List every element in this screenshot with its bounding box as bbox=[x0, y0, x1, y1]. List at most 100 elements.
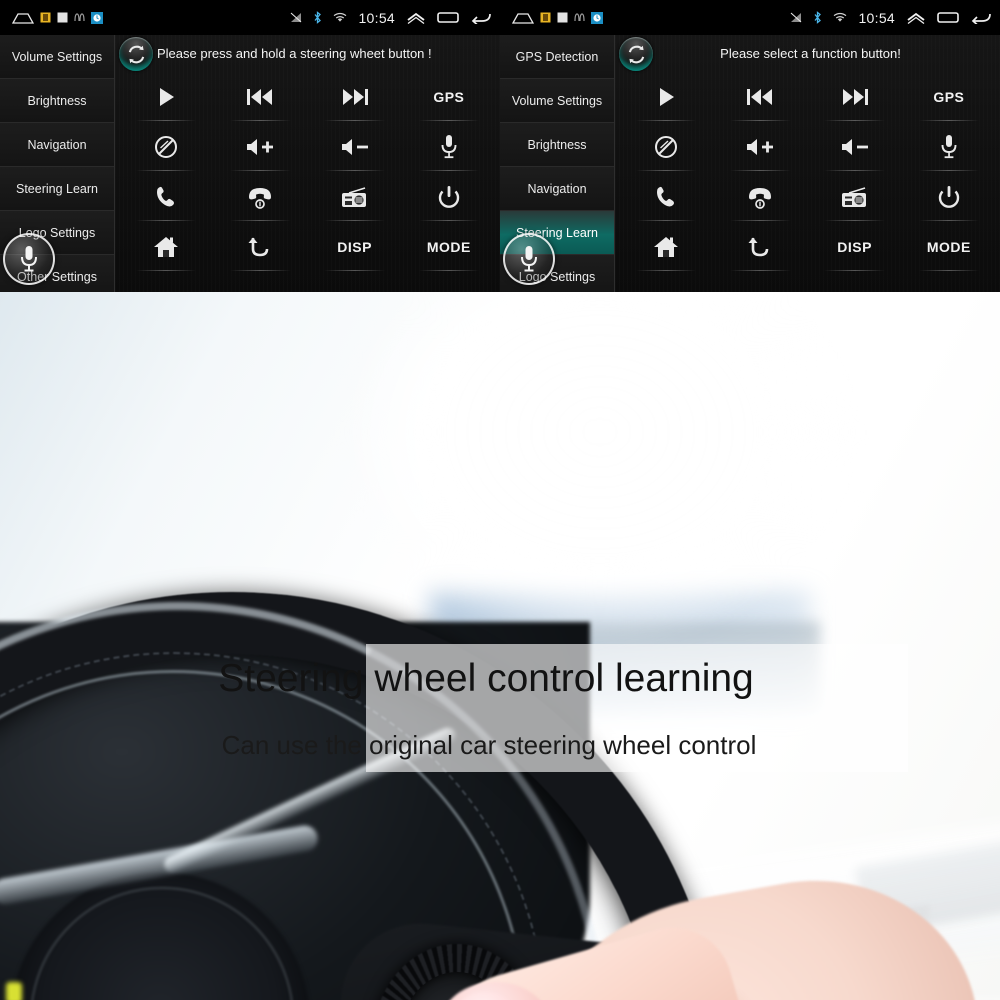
function-button-radio[interactable] bbox=[308, 172, 402, 222]
voice-assistant-button[interactable] bbox=[3, 233, 55, 285]
radio-icon bbox=[341, 187, 366, 207]
function-button-home[interactable] bbox=[619, 222, 713, 272]
expand-up-icon[interactable] bbox=[406, 11, 426, 24]
notification-icon bbox=[40, 12, 51, 23]
volume-up-icon bbox=[747, 139, 774, 155]
function-button-disp[interactable]: DISP bbox=[308, 222, 402, 272]
function-button-previous[interactable] bbox=[713, 72, 807, 122]
sync-refresh-icon bbox=[628, 45, 644, 63]
home-icon bbox=[654, 237, 679, 257]
volume-up-icon bbox=[247, 139, 274, 155]
mute-icon bbox=[655, 136, 678, 158]
function-button-gps[interactable]: GPS bbox=[902, 72, 996, 122]
screenshot-strip: 10:54 Volume Settings Brightness Navigat… bbox=[0, 0, 1000, 292]
settings-sidebar-left: Volume Settings Brightness Navigation St… bbox=[0, 35, 115, 292]
sidebar-item-navigation[interactable]: Navigation bbox=[0, 123, 114, 167]
sync-reset-button[interactable] bbox=[119, 37, 153, 71]
recents-icon[interactable] bbox=[437, 11, 459, 24]
sidebar-item-label: GPS Detection bbox=[515, 49, 599, 64]
steering-learn-content-right: Please select a function button! GPS DIS… bbox=[615, 35, 1000, 292]
function-button-end-call[interactable] bbox=[213, 172, 307, 222]
recents-icon[interactable] bbox=[937, 11, 959, 24]
voice-assistant-button[interactable] bbox=[503, 233, 555, 285]
function-button-play[interactable] bbox=[119, 72, 213, 122]
back-icon[interactable] bbox=[970, 11, 992, 24]
next-track-icon bbox=[842, 89, 868, 105]
function-button-label: GPS bbox=[433, 89, 465, 105]
function-button-volume-up[interactable] bbox=[713, 122, 807, 172]
function-button-radio[interactable] bbox=[808, 172, 902, 222]
sidebar-item-volume-settings[interactable]: Volume Settings bbox=[500, 79, 614, 123]
function-button-answer-call[interactable] bbox=[119, 172, 213, 222]
function-button-back[interactable] bbox=[713, 222, 807, 272]
product-photo: Steering wheel control learning Can use … bbox=[0, 292, 1000, 1000]
head-unit-screenshot-right: 10:54 GPS Detection Volume Settings Brig… bbox=[500, 0, 1000, 292]
sidebar-item-label: Navigation bbox=[27, 137, 87, 152]
screenshot-root: 10:54 Volume Settings Brightness Navigat… bbox=[0, 0, 1000, 1000]
sidebar-item-gps-detection[interactable]: GPS Detection bbox=[500, 35, 614, 79]
function-button-home[interactable] bbox=[119, 222, 213, 272]
sidebar-item-brightness[interactable]: Brightness bbox=[0, 79, 114, 123]
function-button-voice[interactable] bbox=[902, 122, 996, 172]
usb-icon bbox=[574, 13, 585, 22]
sync-reset-button[interactable] bbox=[619, 37, 653, 71]
panel-body-left: Volume Settings Brightness Navigation St… bbox=[0, 35, 500, 292]
clock-app-icon bbox=[591, 11, 603, 24]
function-button-volume-up[interactable] bbox=[213, 122, 307, 172]
microphone-icon bbox=[941, 135, 957, 159]
sidebar-item-navigation[interactable]: Navigation bbox=[500, 167, 614, 211]
sdcard-icon bbox=[57, 12, 68, 23]
sidebar-item-label: Brightness bbox=[27, 93, 87, 108]
sidebar-item-label: Brightness bbox=[527, 137, 587, 152]
function-button-power[interactable] bbox=[902, 172, 996, 222]
home-icon bbox=[154, 237, 179, 257]
function-button-end-call[interactable] bbox=[713, 172, 807, 222]
wifi-icon bbox=[334, 12, 347, 22]
function-button-mute[interactable] bbox=[619, 122, 713, 172]
power-icon bbox=[938, 186, 960, 208]
function-button-disp[interactable]: DISP bbox=[808, 222, 902, 272]
status-bar-left-icons bbox=[0, 11, 103, 24]
status-bar-right-cluster: 10:54 bbox=[290, 0, 492, 35]
volume-down-icon bbox=[341, 139, 368, 155]
panel-body-right: GPS Detection Volume Settings Brightness… bbox=[500, 35, 1000, 292]
play-icon bbox=[160, 88, 175, 106]
function-button-volume-down[interactable] bbox=[308, 122, 402, 172]
function-button-mute[interactable] bbox=[119, 122, 213, 172]
function-button-label: MODE bbox=[926, 239, 971, 255]
function-button-mode[interactable]: MODE bbox=[402, 222, 496, 272]
function-button-answer-call[interactable] bbox=[619, 172, 713, 222]
function-button-next[interactable] bbox=[808, 72, 902, 122]
back-icon[interactable] bbox=[470, 11, 492, 24]
sidebar-item-volume-settings[interactable]: Volume Settings bbox=[0, 35, 114, 79]
microphone-icon bbox=[521, 246, 537, 272]
function-button-gps[interactable]: GPS bbox=[402, 72, 496, 122]
wifi-icon bbox=[834, 12, 847, 22]
function-button-voice[interactable] bbox=[402, 122, 496, 172]
function-button-power[interactable] bbox=[402, 172, 496, 222]
previous-track-icon bbox=[247, 89, 273, 105]
sidebar-item-steering-learn[interactable]: Steering Learn bbox=[0, 167, 114, 211]
sidebar-item-brightness[interactable]: Brightness bbox=[500, 123, 614, 167]
settings-sidebar-right: GPS Detection Volume Settings Brightness… bbox=[500, 35, 615, 292]
function-button-previous[interactable] bbox=[213, 72, 307, 122]
function-button-grid-left: GPS DISP MODE bbox=[115, 72, 500, 272]
play-icon bbox=[660, 88, 675, 106]
sidebar-item-label: Volume Settings bbox=[11, 49, 103, 64]
function-button-next[interactable] bbox=[308, 72, 402, 122]
notification-icon bbox=[540, 12, 551, 23]
function-button-play[interactable] bbox=[619, 72, 713, 122]
function-button-volume-down[interactable] bbox=[808, 122, 902, 172]
sidebar-item-label: Navigation bbox=[527, 181, 587, 196]
mute-icon bbox=[155, 136, 178, 158]
head-unit-screenshot-left: 10:54 Volume Settings Brightness Navigat… bbox=[0, 0, 500, 292]
caption-title: Steering wheel control learning bbox=[218, 657, 754, 700]
signal-off-icon bbox=[291, 12, 302, 23]
steering-learn-content-left: Please press and hold a steering wheet b… bbox=[115, 35, 500, 292]
function-button-mode[interactable]: MODE bbox=[902, 222, 996, 272]
function-button-back[interactable] bbox=[213, 222, 307, 272]
function-button-grid-right: GPS DISP MODE bbox=[615, 72, 1000, 272]
sidebar-item-label: Volume Settings bbox=[511, 93, 603, 108]
expand-up-icon[interactable] bbox=[906, 11, 926, 24]
prompt-bar-left: Please press and hold a steering wheet b… bbox=[115, 35, 500, 72]
